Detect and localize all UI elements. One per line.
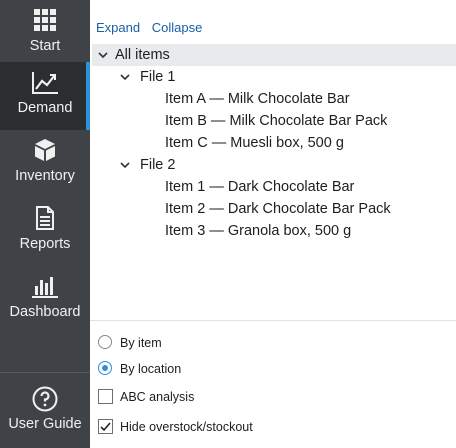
nav-reports[interactable]: Reports [0, 198, 90, 266]
tree-node-label: File 2 [140, 157, 176, 173]
abc-analysis-label: ABC analysis [120, 390, 195, 404]
radio-off-icon[interactable] [98, 335, 112, 349]
tree-node-label: File 1 [140, 69, 176, 85]
box-icon [33, 138, 57, 162]
trend-chart-icon [32, 70, 58, 94]
tree-node-root[interactable]: All items [92, 44, 456, 66]
tree-leaf-label: Item 3 — Granola box, 500 g [165, 223, 352, 239]
nav-label-start: Start [29, 38, 61, 54]
by-location-label: By location [120, 362, 182, 376]
nav-dashboard[interactable]: Dashboard [0, 266, 90, 334]
nav-start[interactable]: Start [0, 0, 90, 68]
nav-label-dashboard: Dashboard [9, 304, 81, 320]
sidebar-divider [0, 372, 90, 373]
tree-leaf-label: Item A — Milk Chocolate Bar [165, 91, 350, 107]
checkbox-checked-icon[interactable] [98, 419, 113, 434]
nav-demand[interactable]: Demand [0, 62, 90, 130]
chevron-down-icon[interactable] [120, 72, 130, 82]
sidebar: Start Demand Inventory Reports Dashboard… [0, 0, 90, 448]
nav-user-guide[interactable]: User Guide [0, 378, 90, 446]
radio-on-icon[interactable] [98, 361, 112, 375]
checkbox-unchecked-icon[interactable] [98, 389, 113, 404]
nav-label-demand: Demand [17, 100, 73, 116]
nav-label-user-guide: User Guide [8, 416, 82, 432]
tree-toolbar: Expand Collapse [96, 20, 210, 35]
tree-leaf-label: Item B — Milk Chocolate Bar Pack [165, 113, 388, 129]
tree-leaf-label: Item C — Muesli box, 500 g [165, 135, 344, 151]
nav-label-reports: Reports [19, 236, 71, 252]
chevron-down-icon[interactable] [120, 160, 130, 170]
nav-inventory[interactable]: Inventory [0, 130, 90, 198]
tree-node-label: All items [115, 47, 170, 63]
chevron-down-icon[interactable] [98, 50, 108, 60]
options-divider [90, 320, 456, 321]
expand-link[interactable]: Expand [96, 20, 140, 35]
grid-icon [33, 8, 57, 32]
main-panel: Expand Collapse All items File 1 Item A … [90, 0, 456, 448]
bar-chart-icon [32, 274, 58, 298]
tree-leaf-label: Item 1 — Dark Chocolate Bar [165, 179, 355, 195]
tree-leaf-label: Item 2 — Dark Chocolate Bar Pack [165, 201, 391, 217]
collapse-link[interactable]: Collapse [152, 20, 203, 35]
help-icon [32, 386, 58, 412]
hide-overstock-label: Hide overstock/stockout [120, 420, 253, 434]
by-item-label: By item [120, 336, 162, 350]
document-icon [33, 206, 57, 230]
nav-label-inventory: Inventory [15, 168, 75, 184]
